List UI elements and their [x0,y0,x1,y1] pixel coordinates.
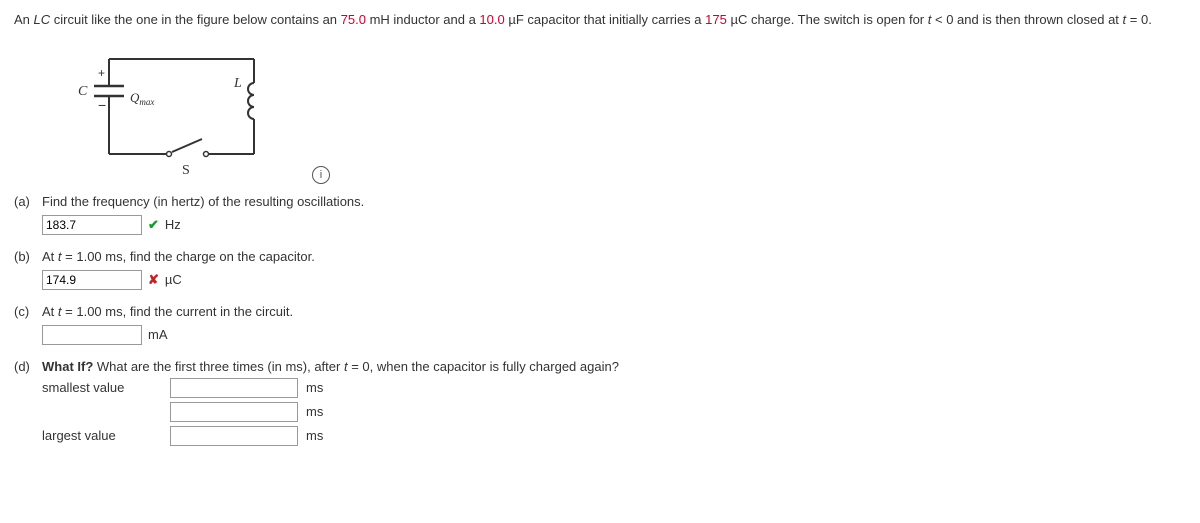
part-b-label: (b) [14,249,42,290]
part-d-unit-3: ms [306,428,323,443]
part-b-prompt: At t = 1.00 ms, find the charge on the c… [42,249,1186,264]
minus-label: − [98,97,106,113]
l-label: L [233,76,242,91]
intro-text: An [14,12,34,27]
info-icon[interactable]: i [312,166,330,184]
part-c-label: (c) [14,304,42,345]
part-c-unit: mA [148,327,168,342]
intro-text: µF capacitor that initially carries a [505,12,705,27]
part-d-prompt: What If? What are the first three times … [42,359,1186,374]
part-c-input[interactable] [42,325,142,345]
part-d-input-1[interactable] [170,378,298,398]
intro-text: circuit like the one in the figure below… [50,12,341,27]
lc-italic: LC [34,12,51,27]
what-if: What If? [42,359,93,374]
part-d-unit-2: ms [306,404,323,419]
largest-label: largest value [42,428,162,443]
q-sub: max [139,97,154,107]
part-b-unit: µC [165,272,182,287]
part-a-prompt: Find the frequency (in hertz) of the res… [42,194,1186,209]
part-d-label: (d) [14,359,42,446]
part-d-input-2[interactable] [170,402,298,422]
svg-text:Qmax: Qmax [130,90,154,107]
check-icon: ✔ [148,217,159,233]
part-a-unit: Hz [165,217,181,232]
part-a-label: (a) [14,194,42,235]
part-a: (a) Find the frequency (in hertz) of the… [14,194,1186,235]
part-b: (b) At t = 1.00 ms, find the charge on t… [14,249,1186,290]
intro-text: µC charge. The switch is open for [727,12,928,27]
part-d-unit-1: ms [306,380,323,395]
part-c-prompt: At t = 1.00 ms, find the current in the … [42,304,1186,319]
plus-label: + [98,66,105,80]
intro-text: mH inductor and a [366,12,479,27]
value-capacitance: 10.0 [479,12,504,27]
part-a-input[interactable] [42,215,142,235]
cross-icon: ✘ [148,272,159,288]
c-label: C [78,84,88,99]
part-c: (c) At t = 1.00 ms, find the current in … [14,304,1186,345]
smallest-label: smallest value [42,380,162,395]
problem-statement: An LC circuit like the one in the figure… [14,10,1186,30]
part-d: (d) What If? What are the first three ti… [14,359,1186,446]
intro-text: < 0 and is then thrown closed at [931,12,1122,27]
circuit-figure: + − C Qmax L S i [54,44,1186,184]
circuit-svg: + − C Qmax L S [54,44,284,184]
part-b-input[interactable] [42,270,142,290]
part-d-input-3[interactable] [170,426,298,446]
value-inductance: 75.0 [341,12,366,27]
s-label: S [182,163,190,178]
value-charge: 175 [705,12,727,27]
intro-text: = 0. [1126,12,1152,27]
